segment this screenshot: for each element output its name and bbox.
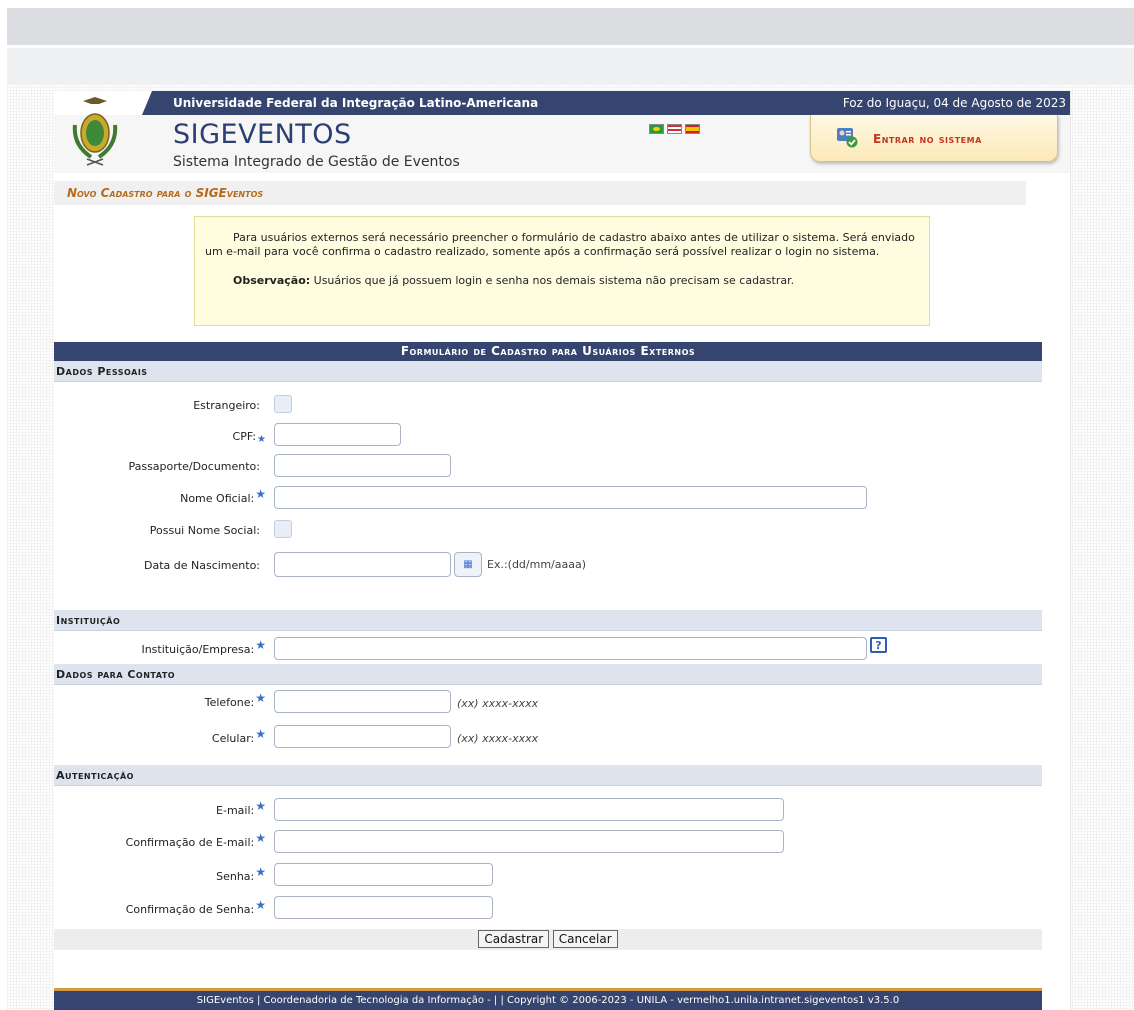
nome-social-checkbox[interactable]	[274, 520, 292, 538]
notice-box: Para usuários externos será necessário p…	[194, 216, 930, 326]
section-institution: Instituição	[54, 610, 1042, 631]
university-emblem-icon	[72, 97, 118, 166]
notice-text: Para usuários externos será necessário p…	[205, 231, 915, 258]
browser-bar	[7, 48, 1134, 84]
email-label: E-mail:★	[216, 799, 266, 817]
form-actions: Cadastrar Cancelar	[54, 929, 1042, 950]
page-title-bar: Novo Cadastro para o SIGEventos	[54, 181, 1026, 205]
browser-top-strip	[0, 0, 1134, 8]
estrangeiro-checkbox[interactable]	[274, 395, 292, 413]
top-bar: Universidade Federal da Integração Latin…	[54, 91, 1070, 115]
required-star-icon: ★	[255, 799, 266, 813]
required-star-icon: ★	[255, 831, 266, 845]
celular-label: Celular:★	[211, 727, 266, 745]
required-star-icon: ★	[255, 865, 266, 879]
required-star-icon: ★	[257, 434, 266, 445]
required-star-icon: ★	[255, 727, 266, 741]
instituicao-input[interactable]	[274, 637, 867, 660]
senha-input[interactable]	[274, 863, 493, 886]
instituicao-label: Instituição/Empresa:★	[141, 638, 266, 656]
estrangeiro-label: Estrangeiro:	[193, 399, 260, 412]
nome-label: Nome Oficial:★	[180, 487, 266, 505]
submit-button[interactable]: Cadastrar	[478, 930, 550, 948]
required-star-icon: ★	[255, 487, 266, 501]
footer: SIGEventos | Coordenadoria de Tecnologia…	[54, 988, 1042, 1010]
flag-spain-icon[interactable]	[685, 124, 700, 134]
telefone-input[interactable]	[274, 690, 451, 713]
language-selector	[649, 124, 700, 134]
section-authentication: Autenticação	[54, 765, 1042, 786]
required-star-icon: ★	[255, 898, 266, 912]
nascimento-label: Data de Nascimento:	[143, 559, 260, 572]
nascimento-hint: Ex.:(dd/mm/aaaa)	[487, 558, 587, 571]
senha-confirm-label: Confirmação de Senha:★	[125, 898, 266, 916]
calendar-icon[interactable]: ▦	[454, 552, 482, 577]
celular-input[interactable]	[274, 725, 451, 748]
senha-confirm-input[interactable]	[274, 896, 493, 919]
telefone-hint: (xx) xxxx-xxxx	[457, 697, 539, 710]
passaporte-label: Passaporte/Documento:	[128, 460, 260, 473]
cpf-label: CPF:★	[232, 430, 266, 445]
nascimento-input[interactable]	[274, 552, 451, 577]
main-container: Universidade Federal da Integração Latin…	[54, 91, 1070, 1010]
help-icon[interactable]: ?	[870, 637, 887, 653]
cancel-button[interactable]: Cancelar	[552, 930, 618, 948]
telefone-label: Telefone:★	[204, 691, 266, 709]
form-title: Formulário de Cadastro para Usuários Ext…	[54, 342, 1042, 361]
registration-form: Formulário de Cadastro para Usuários Ext…	[54, 342, 1042, 950]
user-card-icon	[837, 128, 858, 148]
university-name: Universidade Federal da Integração Latin…	[173, 96, 539, 110]
observation-text: Usuários que já possuem login e senha no…	[310, 274, 795, 287]
header-date: Foz do Iguaçu, 04 de Agosto de 2023	[842, 96, 1066, 110]
flag-brazil-icon[interactable]	[649, 124, 664, 134]
flag-usa-icon[interactable]	[667, 124, 682, 134]
cpf-input[interactable]	[274, 423, 401, 446]
page-title: Novo Cadastro para o SIGEventos	[67, 186, 264, 200]
email-input[interactable]	[274, 798, 784, 821]
passaporte-input[interactable]	[274, 454, 451, 477]
senha-label: Senha:★	[216, 865, 266, 883]
required-star-icon: ★	[255, 691, 266, 705]
login-button[interactable]: Entrar no sistema	[810, 115, 1058, 162]
email-confirm-input[interactable]	[274, 830, 784, 853]
browser-toolbar	[7, 8, 1134, 45]
app-subtitle: Sistema Integrado de Gestão de Eventos	[173, 154, 460, 170]
app-brand: SIGEVENTOS	[173, 119, 352, 150]
header: SIGEVENTOS Sistema Integrado de Gestão d…	[54, 97, 1070, 173]
page-right-border	[1070, 91, 1071, 1010]
section-contact: Dados para Contato	[54, 664, 1042, 685]
celular-hint: (xx) xxxx-xxxx	[457, 732, 539, 745]
notice-observation: Observação: Usuários que já possuem logi…	[205, 274, 919, 288]
section-personal-data: Dados Pessoais	[54, 361, 1042, 382]
observation-label: Observação:	[233, 274, 311, 287]
login-label: Entrar no sistema	[873, 132, 982, 146]
email-confirm-label: Confirmação de E-mail:★	[125, 831, 266, 849]
nome-social-label: Possui Nome Social:	[149, 524, 260, 537]
required-star-icon: ★	[255, 638, 266, 652]
nome-input[interactable]	[274, 486, 867, 509]
